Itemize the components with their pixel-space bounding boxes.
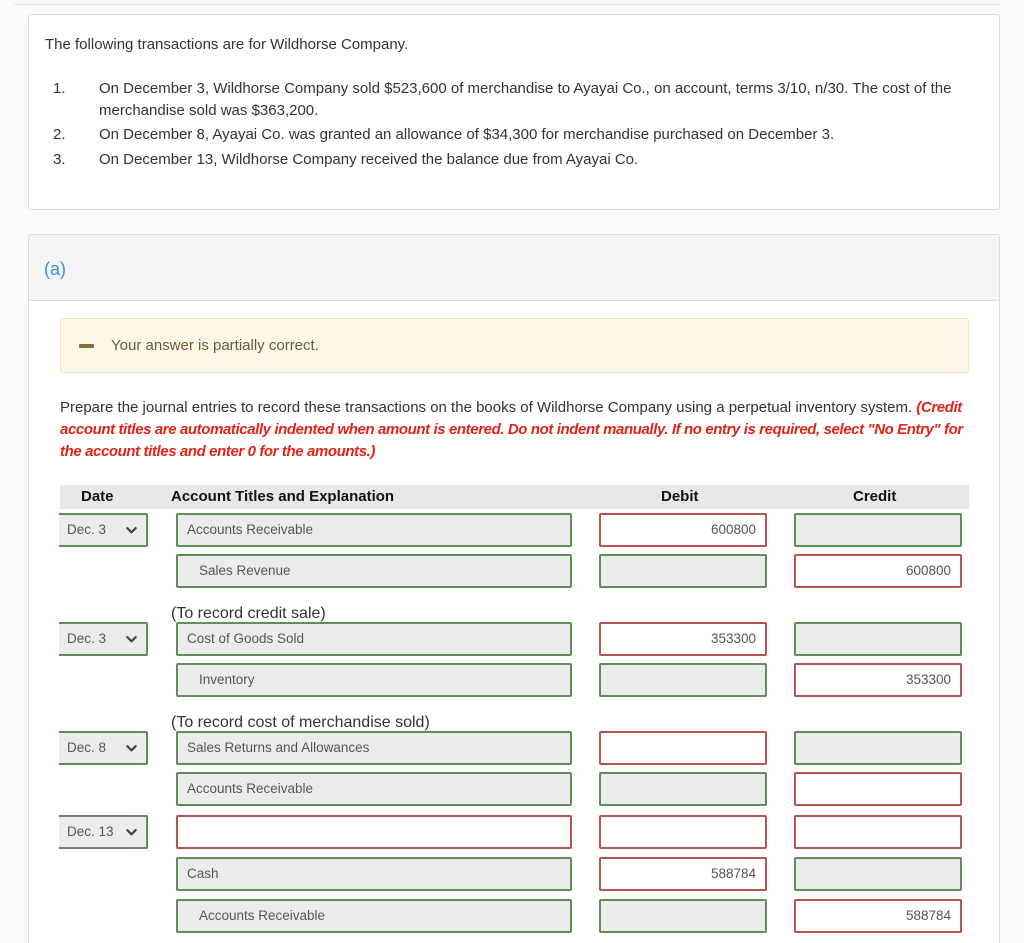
header-debit: Debit <box>661 488 699 505</box>
header-credit: Credit <box>853 488 897 505</box>
account-title-field[interactable]: Cost of Goods Sold <box>176 622 572 656</box>
debit-input[interactable] <box>599 554 767 588</box>
account-title-field[interactable]: Cash <box>176 857 572 891</box>
debit-input[interactable] <box>599 815 767 849</box>
date-value: Dec. 8 <box>67 740 107 755</box>
part-label: (a) <box>44 259 66 279</box>
account-title-field[interactable]: Sales Returns and Allowances <box>176 731 572 765</box>
debit-input[interactable] <box>599 731 767 765</box>
transaction-number: 2. <box>53 126 66 143</box>
debit-input[interactable]: 588784 <box>599 857 767 891</box>
top-divider <box>14 4 1000 5</box>
date-select[interactable]: Dec. 3 <box>59 513 148 547</box>
account-title-field[interactable]: Sales Revenue <box>176 554 572 588</box>
credit-input[interactable]: 353300 <box>794 663 962 697</box>
chevron-down-icon <box>126 745 137 752</box>
transaction-text: On December 3, Wildhorse Company sold $5… <box>99 80 952 119</box>
account-title-field[interactable] <box>176 815 572 849</box>
transaction-text: On December 8, Ayayai Co. was granted an… <box>99 126 835 143</box>
date-value: Dec. 3 <box>67 631 107 646</box>
credit-input[interactable] <box>794 622 962 656</box>
question-card: The following transactions are for Wildh… <box>28 14 1000 210</box>
feedback-banner: Your answer is partially correct. <box>60 318 969 373</box>
date-select[interactable]: Dec. 3 <box>59 622 148 656</box>
part-a-card: (a) Your answer is partially correct. Pr… <box>28 234 1000 943</box>
date-value: Dec. 13 <box>67 824 114 839</box>
header-date: Date <box>81 488 114 505</box>
transaction-text: On December 13, Wildhorse Company receiv… <box>99 151 639 168</box>
credit-input[interactable] <box>794 513 962 547</box>
transaction-number: 3. <box>53 151 66 168</box>
journal-table: Date Account Titles and Explanation Debi… <box>59 485 969 933</box>
credit-input[interactable] <box>794 772 962 806</box>
debit-input[interactable] <box>599 772 767 806</box>
chevron-down-icon <box>126 527 137 534</box>
account-title-field[interactable]: Accounts Receivable <box>176 899 572 933</box>
date-select[interactable]: Dec. 8 <box>59 731 148 765</box>
entry-explanation: (To record cost of merchandise sold) <box>171 714 430 731</box>
table-header: Date Account Titles and Explanation Debi… <box>60 485 969 509</box>
credit-input[interactable] <box>794 815 962 849</box>
minus-icon <box>79 344 94 348</box>
chevron-down-icon <box>126 636 137 643</box>
instructions: Prepare the journal entries to record th… <box>60 397 965 463</box>
transaction-number: 1. <box>53 80 66 97</box>
account-title-field[interactable]: Accounts Receivable <box>176 513 572 547</box>
header-account: Account Titles and Explanation <box>171 488 395 505</box>
feedback-text: Your answer is partially correct. <box>111 337 319 354</box>
credit-input[interactable] <box>794 731 962 765</box>
date-value: Dec. 3 <box>67 522 107 537</box>
account-title-field[interactable]: Inventory <box>176 663 572 697</box>
credit-input[interactable] <box>794 857 962 891</box>
part-header: (a) <box>29 235 999 301</box>
debit-input[interactable] <box>599 663 767 697</box>
instructions-text: Prepare the journal entries to record th… <box>60 399 913 416</box>
debit-input[interactable]: 600800 <box>599 513 767 547</box>
credit-input[interactable]: 600800 <box>794 554 962 588</box>
chevron-down-icon <box>126 829 137 836</box>
credit-input[interactable]: 588784 <box>794 899 962 933</box>
account-title-field[interactable]: Accounts Receivable <box>176 772 572 806</box>
debit-input[interactable] <box>599 899 767 933</box>
entry-explanation: (To record credit sale) <box>171 605 326 622</box>
question-intro: The following transactions are for Wildh… <box>45 36 409 53</box>
date-select[interactable]: Dec. 13 <box>59 815 148 849</box>
debit-input[interactable]: 353300 <box>599 622 767 656</box>
